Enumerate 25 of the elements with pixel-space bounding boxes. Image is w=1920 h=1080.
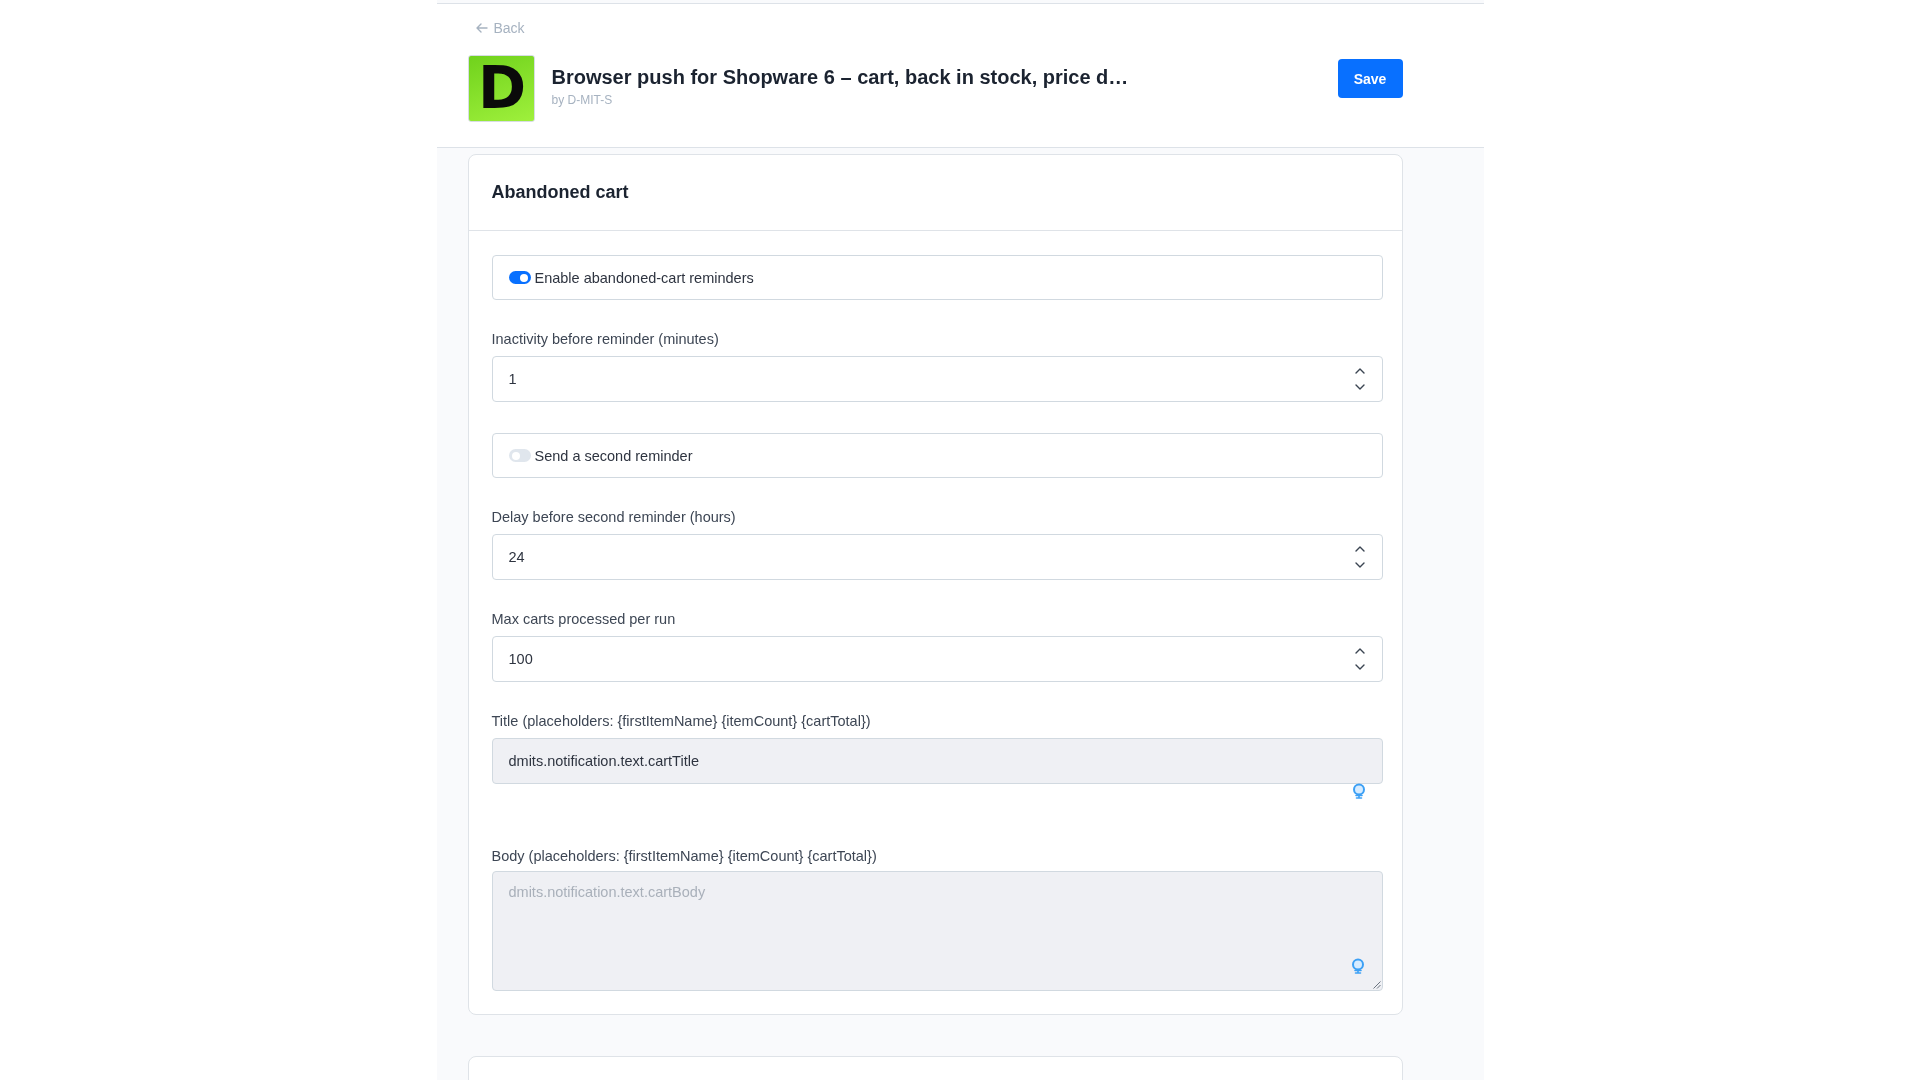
chevron-up-icon[interactable] [1354, 648, 1365, 654]
field-label: Inactivity before reminder (minutes) [491, 331, 720, 348]
arrow-left-icon [475, 23, 488, 33]
field-label: Max carts processed per run [491, 611, 677, 628]
globe-icon[interactable] [1351, 783, 1366, 799]
chevron-down-icon[interactable] [1354, 664, 1365, 670]
switch-label: Send a second reminder [534, 447, 693, 464]
chevron-up-icon[interactable] [1354, 546, 1365, 552]
plugin-logo: D [467, 55, 535, 122]
number-input[interactable]: 1 [491, 356, 1383, 402]
switch-label: Enable abandoned-cart reminders [534, 269, 754, 286]
chevron-down-icon[interactable] [1354, 562, 1365, 568]
save-button[interactable]: Save [1337, 59, 1403, 98]
toggle-switch[interactable] [508, 449, 531, 462]
field-label: Title (placeholders: {firstItemName} {itemCount} {cartTotal}) [491, 713, 872, 730]
plugin-title: Browser push for Shopware 6 – cart, back in stock, price d… [551, 65, 1129, 89]
toggle-switch[interactable] [508, 271, 531, 284]
field-label: Body (placeholders: {firstItemName} {itemCount} {cartTotal}) [491, 848, 878, 865]
number-input[interactable]: 100 [491, 636, 1383, 682]
card-title: Abandoned cart [491, 182, 629, 203]
field-label: Delay before second reminder (hours) [491, 509, 737, 526]
number-input[interactable]: 24 [491, 534, 1383, 580]
chevron-down-icon[interactable] [1354, 384, 1365, 390]
chevron-up-icon[interactable] [1354, 368, 1365, 374]
vendor-text: by D-MIT-S [551, 93, 614, 108]
